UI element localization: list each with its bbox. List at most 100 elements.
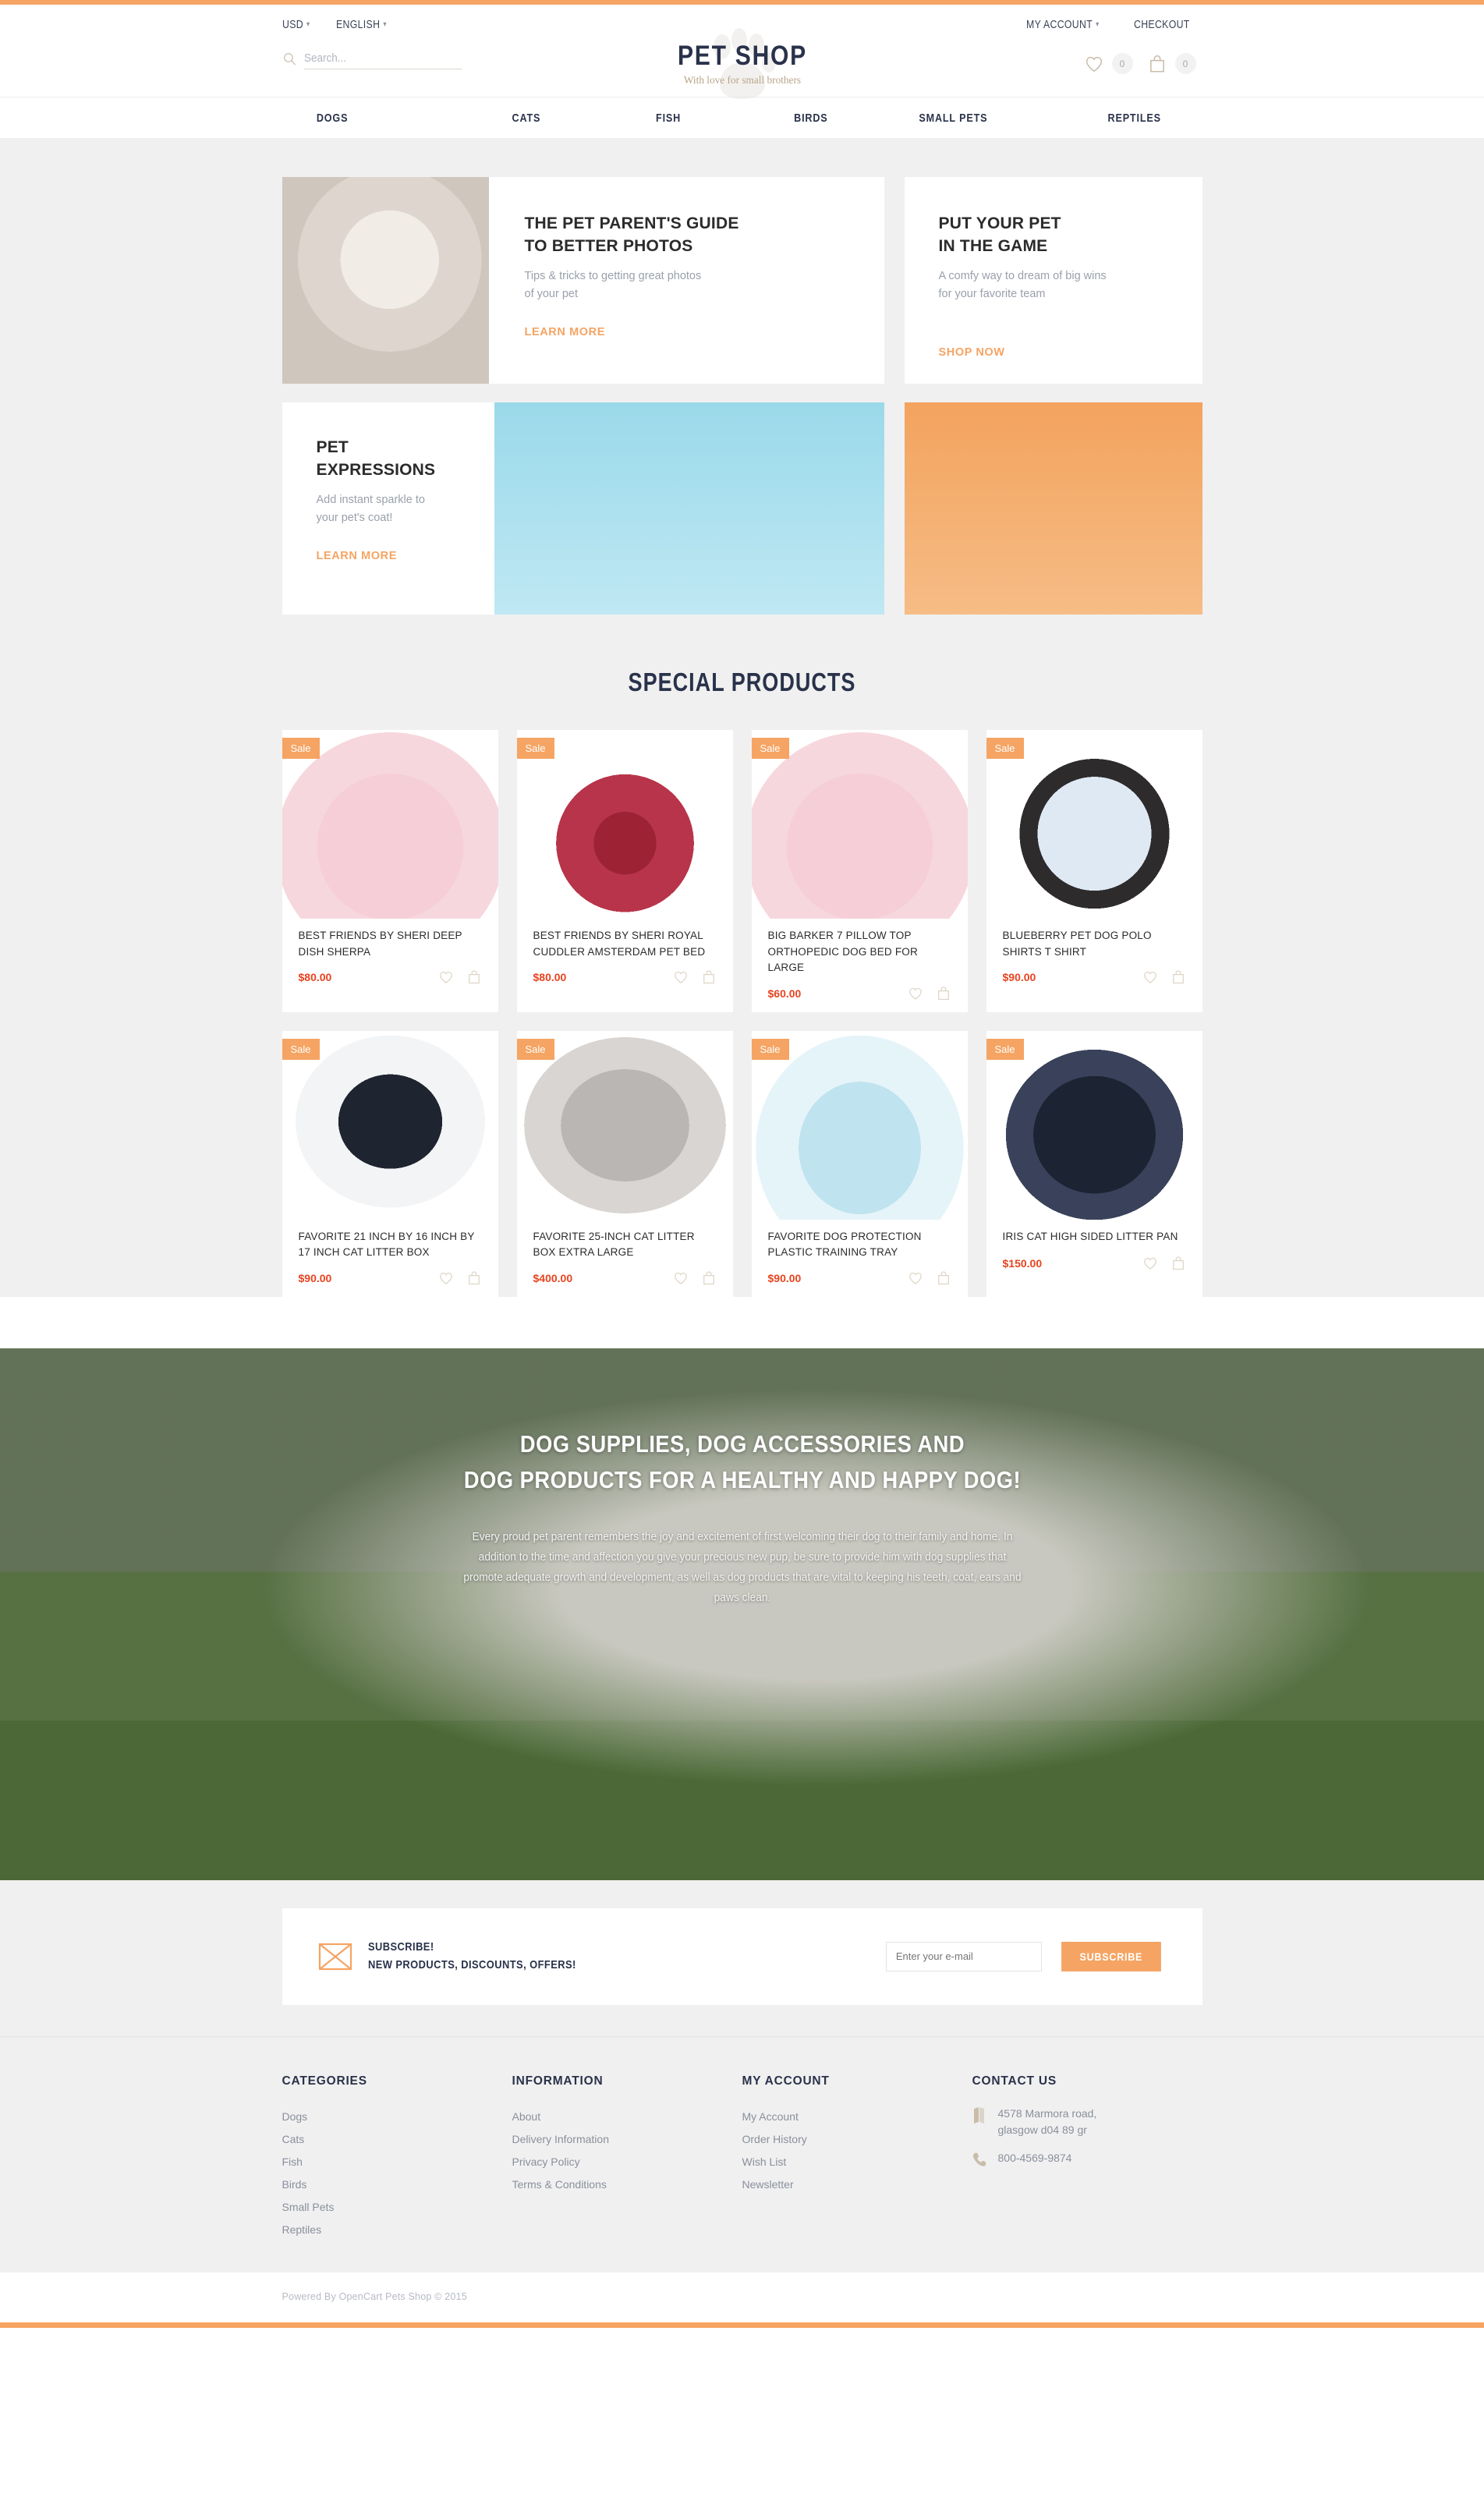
banner-pet-photo-guide[interactable]: THE PET PARENT'S GUIDE TO BETTER PHOTOS … [282,177,884,384]
product-price: $150.00 [1002,1256,1043,1270]
nav-item-dogs[interactable]: DOGS [316,112,347,125]
footer-link-reptiles[interactable]: Reptiles [282,2219,512,2241]
add-to-cart-icon[interactable] [701,1270,717,1286]
add-to-cart-icon[interactable] [701,969,717,985]
banner-put-pet-in-game[interactable]: PUT YOUR PET IN THE GAME A comfy way to … [904,177,1202,384]
cart-bag-icon[interactable] [1147,54,1167,74]
language-selector[interactable]: ENGLISH ▾ [336,18,387,31]
wishlist-heart-icon[interactable] [1084,54,1104,74]
product-name[interactable]: IRIS CAT HIGH SIDED LITTER PAN [1003,1229,1186,1246]
banner-pet-expressions[interactable]: PET EXPRESSIONS Add instant sparkle to y… [282,402,884,615]
footer-link-my-account[interactable]: My Account [742,2106,972,2128]
nav-item-fish[interactable]: FISH [656,112,681,125]
logo-tagline: With love for small brothers [683,75,801,87]
product-name[interactable]: FAVORITE 21 INCH BY 16 INCH BY 17 INCH C… [299,1229,482,1261]
nav-item-reptiles[interactable]: REPTILES [1108,112,1161,125]
nav-item-small-pets[interactable]: SMALL PETS [919,112,987,125]
add-to-cart-icon[interactable] [936,1270,951,1286]
newsletter-email-input[interactable] [885,1941,1042,1971]
banner-text-line2: for your favorite team [938,287,1046,300]
banner-title-line1: PUT YOUR PET [938,214,1061,232]
add-to-wishlist-icon[interactable] [908,986,923,1001]
add-to-wishlist-icon[interactable] [1142,969,1158,985]
banner-text-line1: Add instant sparkle to [316,494,425,507]
footer-heading: INFORMATION [512,2074,604,2088]
currency-label: USD [282,17,303,31]
product-image: Sale [751,1030,968,1220]
banner-title-line2: EXPRESSIONS [316,460,436,479]
footer-link-order-history[interactable]: Order History [742,2128,972,2151]
footer-link-newsletter[interactable]: Newsletter [742,2173,972,2196]
sale-badge: Sale [986,738,1024,759]
nav-item-cats[interactable]: CATS [512,112,541,125]
footer-link-birds[interactable]: Birds [282,2173,512,2196]
banner-image-rabbit[interactable] [904,402,1202,615]
newsletter-section: SUBSCRIBE! NEW PRODUCTS, DISCOUNTS, OFFE… [0,1879,1484,2036]
site-logo[interactable]: PET SHOP With love for small brothers [579,28,906,99]
banner-learn-more-button[interactable]: LEARN MORE [525,326,605,338]
search-box[interactable] [282,51,489,69]
subscribe-button[interactable]: SUBSCRIBE [1061,1941,1161,1971]
add-to-cart-icon[interactable] [466,1270,482,1286]
product-name[interactable]: BLUEBERRY PET DOG POLO SHIRTS T SHIRT [1003,928,1186,960]
footer-link-fish[interactable]: Fish [282,2151,512,2173]
product-card[interactable]: Sale IRIS CAT HIGH SIDED LITTER PAN $150… [986,1030,1202,1297]
contact-phone[interactable]: 800-4569-9874 [972,2150,1202,2168]
add-to-cart-icon[interactable] [466,969,482,985]
banner-shop-now-button[interactable]: SHOP NOW [939,346,1005,359]
chevron-down-icon: ▾ [383,19,387,29]
banner-learn-more-button[interactable]: LEARN MORE [317,550,397,562]
product-card[interactable]: Sale BLUEBERRY PET DOG POLO SHIRTS T SHI… [986,730,1202,1012]
add-to-cart-icon[interactable] [1171,1256,1186,1271]
newsletter-subheadline: NEW PRODUCTS, DISCOUNTS, OFFERS! [367,1957,576,1971]
footer-link-privacy-policy[interactable]: Privacy Policy [512,2151,742,2173]
product-card[interactable]: Sale FAVORITE DOG PROTECTION PLASTIC TRA… [751,1030,968,1297]
footer-link-terms-conditions[interactable]: Terms & Conditions [512,2173,742,2196]
checkout-link[interactable]: CHECKOUT [1134,18,1190,31]
add-to-wishlist-icon[interactable] [908,1270,923,1286]
footer-heading: CONTACT US [972,2074,1057,2088]
add-to-wishlist-icon[interactable] [673,1270,689,1286]
special-products-grid: Sale BEST FRIENDS BY SHERI DEEP DISH SHE… [282,730,1202,1297]
checkout-label: CHECKOUT [1134,17,1190,31]
currency-selector[interactable]: USD ▾ [282,18,310,31]
product-name[interactable]: BEST FRIENDS BY SHERI DEEP DISH SHERPA [299,928,482,960]
footer-column-categories: CATEGORIES Dogs Cats Fish Birds Small Pe… [282,2074,512,2242]
product-name[interactable]: BEST FRIENDS BY SHERI ROYAL CUDDLER AMST… [533,928,717,960]
add-to-cart-icon[interactable] [936,986,951,1001]
add-to-wishlist-icon[interactable] [673,969,689,985]
product-price: $80.00 [533,971,567,984]
product-price: $90.00 [767,1271,802,1284]
footer-link-wish-list[interactable]: Wish List [742,2151,972,2173]
product-card[interactable]: Sale BEST FRIENDS BY SHERI ROYAL CUDDLER… [516,730,733,1012]
footer-column-my-account: MY ACCOUNT My Account Order History Wish… [742,2074,972,2242]
footer-heading: CATEGORIES [282,2074,367,2088]
product-name[interactable]: FAVORITE 25-INCH CAT LITTER BOX EXTRA LA… [533,1229,717,1261]
add-to-wishlist-icon[interactable] [1142,1256,1158,1271]
envelope-icon [318,1943,352,1970]
footer-link-dogs[interactable]: Dogs [282,2106,512,2128]
site-header: USD ▾ ENGLISH ▾ MY ACCOUNT ▾ CHECKOUT Se… [0,5,1484,99]
hero-title-line2: DOG PRODUCTS FOR A HEALTHY AND HAPPY DOG… [463,1466,1021,1494]
nav-item-birds[interactable]: BIRDS [794,112,827,125]
add-to-wishlist-icon[interactable] [438,1270,454,1286]
page-root: USD ▾ ENGLISH ▾ MY ACCOUNT ▾ CHECKOUT Se… [0,0,1484,2329]
search-input[interactable] [303,51,462,69]
product-name[interactable]: FAVORITE DOG PROTECTION PLASTIC TRAINING… [768,1229,951,1261]
add-to-cart-icon[interactable] [1171,969,1186,985]
product-card[interactable]: Sale FAVORITE 25-INCH CAT LITTER BOX EXT… [516,1030,733,1297]
footer-link-cats[interactable]: Cats [282,2128,512,2151]
product-card[interactable]: Sale FAVORITE 21 INCH BY 16 INCH BY 17 I… [282,1030,498,1297]
product-price: $60.00 [767,987,802,1000]
product-card[interactable]: Sale BEST FRIENDS BY SHERI DEEP DISH SHE… [282,730,498,1012]
product-name[interactable]: BIG BARKER 7 PILLOW TOP ORTHOPEDIC DOG B… [768,928,951,976]
footer-link-small-pets[interactable]: Small Pets [282,2196,512,2219]
footer-link-about[interactable]: About [512,2106,742,2128]
product-image: Sale [282,730,498,919]
footer-link-delivery-information[interactable]: Delivery Information [512,2128,742,2151]
add-to-wishlist-icon[interactable] [438,969,454,985]
cart-count-badge: 0 [1174,53,1196,74]
product-card[interactable]: Sale BIG BARKER 7 PILLOW TOP ORTHOPEDIC … [751,730,968,1012]
my-account-menu[interactable]: MY ACCOUNT ▾ [1026,18,1100,31]
main-content: THE PET PARENT'S GUIDE TO BETTER PHOTOS … [0,138,1484,1297]
